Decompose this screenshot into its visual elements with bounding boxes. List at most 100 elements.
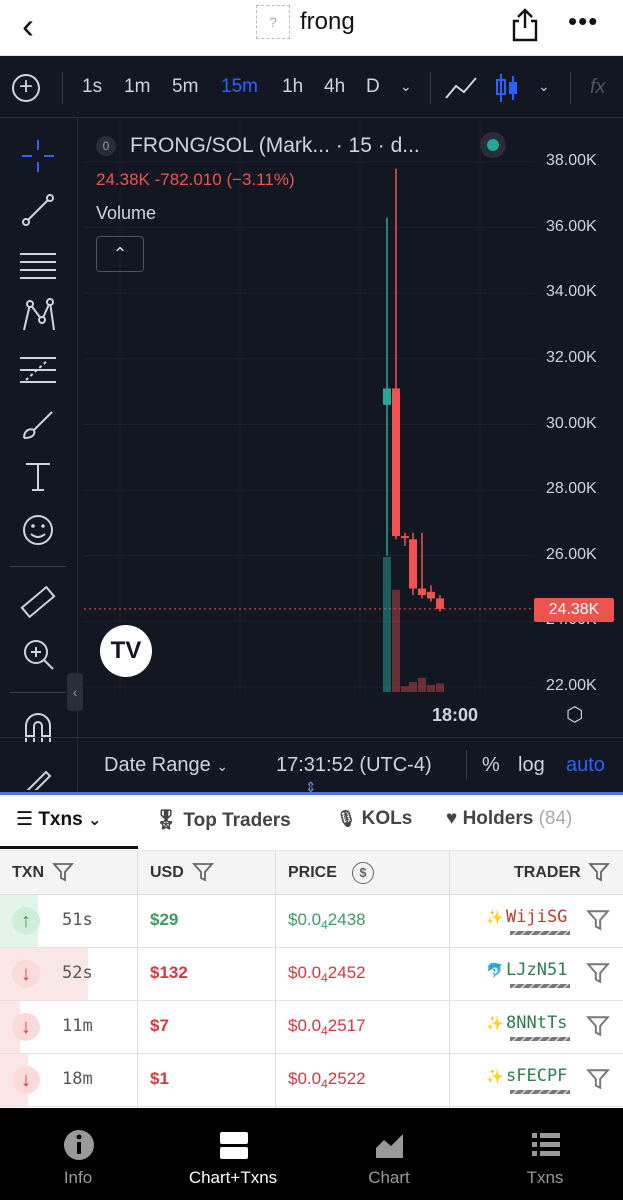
area-chart-icon	[376, 1134, 403, 1158]
y-axis-label: 22.00K	[546, 677, 597, 694]
ohlc-values: 24.38K -782.010 (−3.11%)	[96, 170, 295, 189]
trader-avatar-icon: ✨	[486, 910, 504, 926]
txn-age: 51s	[62, 910, 93, 930]
y-axis-label: 26.00K	[546, 545, 597, 563]
percent-toggle[interactable]: %	[482, 754, 500, 777]
date-range-button[interactable]: Date Range ⌄	[104, 754, 228, 777]
nav-chart[interactable]: Chart	[329, 1108, 449, 1200]
candle-body	[401, 536, 409, 539]
symbol-legend-title[interactable]: FRONG/SOL (Mark... · 15 · d...	[130, 134, 420, 158]
market-status-icon	[480, 132, 506, 158]
list-icon	[532, 1133, 560, 1156]
volume-bar	[401, 686, 409, 692]
trader-avatar-icon: ✨	[486, 1069, 504, 1085]
split-view-icon	[220, 1132, 248, 1159]
medal-icon: 🎖	[154, 810, 179, 831]
txn-price: $0.042438	[288, 910, 366, 932]
filter-trader-icon[interactable]	[586, 1015, 610, 1039]
info-icon	[64, 1130, 94, 1160]
price-chart[interactable]	[0, 0, 623, 793]
candle-body	[427, 591, 435, 599]
txn-age: 18m	[62, 1069, 93, 1089]
txn-usd: $7	[150, 1016, 169, 1035]
filter-trader-icon[interactable]	[586, 909, 610, 933]
list-icon: ☰	[16, 809, 34, 830]
txn-usd: $29	[150, 910, 179, 929]
column-divider	[449, 851, 450, 1108]
heart-icon: ♥	[446, 808, 458, 829]
trader-balance-bar	[510, 1090, 570, 1094]
trader-balance-bar	[510, 931, 570, 935]
filter-trader-icon[interactable]	[586, 962, 610, 986]
col-header-txn[interactable]: TXN	[12, 864, 44, 882]
y-axis-label: 38.00K	[546, 152, 597, 169]
table-row[interactable]: ↑ 51s $29 $0.042438 ✨ WijiSG	[0, 895, 623, 948]
bottom-bar-divider	[466, 750, 467, 780]
trader-address[interactable]: ✨ sFECPF	[486, 1066, 567, 1086]
usd-filter-icon[interactable]	[192, 862, 214, 887]
sell-arrow-icon: ↓	[12, 1013, 40, 1041]
table-row[interactable]: ↓ 11m $7 $0.042517 ✨ 8NNtTs	[0, 1001, 623, 1054]
volume-bar	[383, 557, 391, 692]
txn-price: $0.042517	[288, 1016, 366, 1038]
y-axis-label: 36.00K	[546, 217, 597, 235]
candle-body	[392, 388, 400, 537]
tab-top-traders[interactable]: 🎖 Top Traders	[154, 808, 291, 832]
volume-bar	[392, 589, 400, 692]
col-header-usd[interactable]: USD	[150, 864, 184, 882]
trader-avatar-icon: 🐬	[486, 963, 504, 979]
nav-chart-txns[interactable]: Chart+Txns	[173, 1108, 293, 1200]
txn-filter-icon[interactable]	[52, 862, 74, 887]
trader-balance-bar	[510, 1037, 570, 1041]
active-tab-indicator	[0, 846, 138, 849]
trader-address[interactable]: ✨ WijiSG	[486, 907, 567, 927]
sell-arrow-icon: ↓	[12, 1066, 40, 1094]
currency-toggle-icon[interactable]: $	[352, 862, 374, 884]
txn-price: $0.042452	[288, 963, 366, 985]
txn-usd: $132	[150, 963, 188, 982]
table-row[interactable]: ↓ 52s $132 $0.042452 🐬 LJzN51	[0, 948, 623, 1001]
time-axis-label: 18:00	[432, 705, 479, 725]
chart-settings-icon[interactable]: ⬡	[566, 702, 583, 727]
txn-age: 52s	[62, 963, 93, 983]
y-axis-label: 34.00K	[546, 283, 597, 301]
auto-scale-toggle[interactable]: auto	[566, 754, 605, 777]
txn-age: 11m	[62, 1016, 93, 1036]
tab-holders[interactable]: ♥ Holders (84)	[446, 808, 572, 830]
txn-usd: $1	[150, 1069, 169, 1088]
volume-bar	[427, 684, 435, 692]
volume-legend-label: Volume	[96, 203, 157, 223]
col-header-trader[interactable]: TRADER	[514, 864, 581, 882]
trader-address[interactable]: ✨ 8NNtTs	[486, 1013, 567, 1033]
candle-body	[418, 588, 426, 596]
filter-trader-icon[interactable]	[586, 1068, 610, 1092]
current-time: 17:31:52 (UTC-4)	[276, 754, 432, 776]
column-divider	[137, 851, 138, 1108]
candle-body	[409, 539, 417, 589]
collapse-legend-button[interactable]: ⌃	[96, 236, 144, 272]
candle-body	[436, 598, 444, 609]
col-header-price[interactable]: PRICE	[288, 864, 337, 882]
sell-arrow-icon: ↓	[12, 960, 40, 988]
volume-bar	[418, 677, 426, 692]
buy-arrow-icon: ↑	[12, 907, 40, 935]
y-axis-label: 28.00K	[546, 480, 597, 498]
trader-balance-bar	[510, 984, 570, 988]
volume-bar	[409, 682, 417, 692]
legend-index-badge: 0	[96, 136, 116, 156]
trader-avatar-icon: ✨	[486, 1016, 504, 1032]
microphone-icon: 🎙	[336, 811, 357, 828]
last-price-tag: 24.38K	[534, 598, 614, 622]
y-axis-label: 32.00K	[546, 348, 597, 366]
tab-kols[interactable]: 🎙 KOLs	[336, 808, 412, 830]
nav-info[interactable]: Info	[18, 1108, 138, 1200]
y-axis-label: 30.00K	[546, 414, 597, 432]
trader-address[interactable]: 🐬 LJzN51	[486, 960, 567, 980]
tab-txns[interactable]: ☰ Txns ⌄	[16, 808, 101, 831]
log-toggle[interactable]: log	[518, 754, 545, 777]
trader-filter-icon[interactable]	[588, 862, 610, 887]
nav-txns[interactable]: Txns	[485, 1108, 605, 1200]
table-row[interactable]: ↓ 18m $1 $0.042522 ✨ sFECPF	[0, 1054, 623, 1107]
txn-price: $0.042522	[288, 1069, 366, 1091]
resize-handle-icon[interactable]: ⇕	[305, 779, 317, 796]
